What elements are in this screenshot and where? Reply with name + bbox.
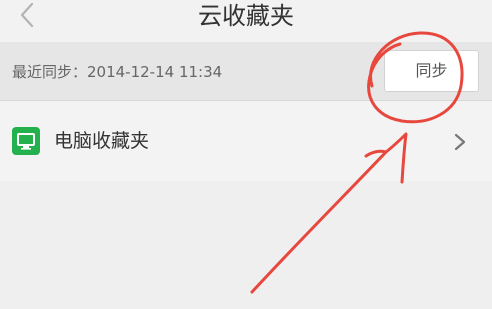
page-title: 云收藏夹 xyxy=(198,2,294,30)
cloud-favorites-screen: 云收藏夹 最近同步：2014-12-14 11:34 同步 电脑收藏夹 xyxy=(0,0,492,309)
last-sync-time: 最近同步：2014-12-14 11:34 xyxy=(12,63,223,81)
header-bar: 云收藏夹 xyxy=(0,0,492,42)
list-item-pc-favorites[interactable]: 电脑收藏夹 xyxy=(0,101,492,181)
sync-button[interactable]: 同步 xyxy=(384,50,479,92)
list-item-label: 电脑收藏夹 xyxy=(54,130,150,152)
chevron-right-icon xyxy=(452,131,468,153)
computer-icon xyxy=(12,127,40,155)
